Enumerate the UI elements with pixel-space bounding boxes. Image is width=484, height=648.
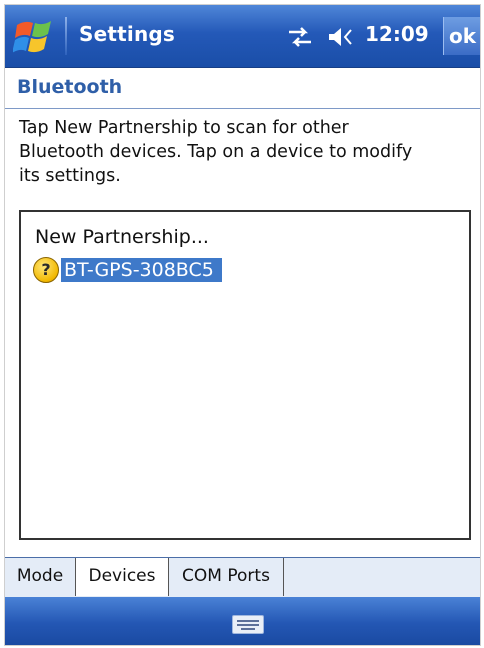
tab-com-ports[interactable]: COM Ports (169, 558, 284, 596)
tab-devices[interactable]: Devices (76, 558, 169, 596)
connectivity-icon[interactable] (287, 25, 313, 49)
title-bar: Settings 12:09 ok (5, 5, 480, 68)
device-item-bt-gps[interactable]: ? BT-GPS-308BC5 (33, 256, 222, 284)
instruction-line: Tap New Partnership to scan for other (19, 118, 349, 138)
device-list[interactable]: New Partnership... ? BT-GPS-308BC5 (19, 210, 471, 540)
page-title: Bluetooth (17, 76, 123, 98)
instructions-text: Tap New Partnership to scan for other Bl… (19, 116, 469, 188)
app-title: Settings (79, 22, 176, 46)
clock[interactable]: 12:09 (365, 22, 429, 46)
volume-icon[interactable] (327, 25, 355, 49)
device-name: BT-GPS-308BC5 (61, 258, 222, 282)
pocketpc-screen: Settings 12:09 ok Bluetooth Tap New Part… (4, 4, 481, 646)
title-separator (65, 17, 67, 55)
ok-button[interactable]: ok (443, 17, 480, 55)
new-partnership-item[interactable]: New Partnership... (35, 226, 209, 248)
menu-bar (5, 597, 480, 645)
keyboard-icon[interactable] (232, 615, 264, 634)
instruction-line: Bluetooth devices. Tap on a device to mo… (19, 142, 413, 162)
page-heading: Bluetooth (5, 68, 480, 109)
tab-strip: Mode Devices COM Ports (5, 557, 480, 598)
windows-start-icon[interactable] (12, 17, 59, 57)
instruction-line: its settings. (19, 166, 121, 186)
tab-mode[interactable]: Mode (5, 558, 76, 596)
unknown-device-icon: ? (33, 257, 59, 283)
